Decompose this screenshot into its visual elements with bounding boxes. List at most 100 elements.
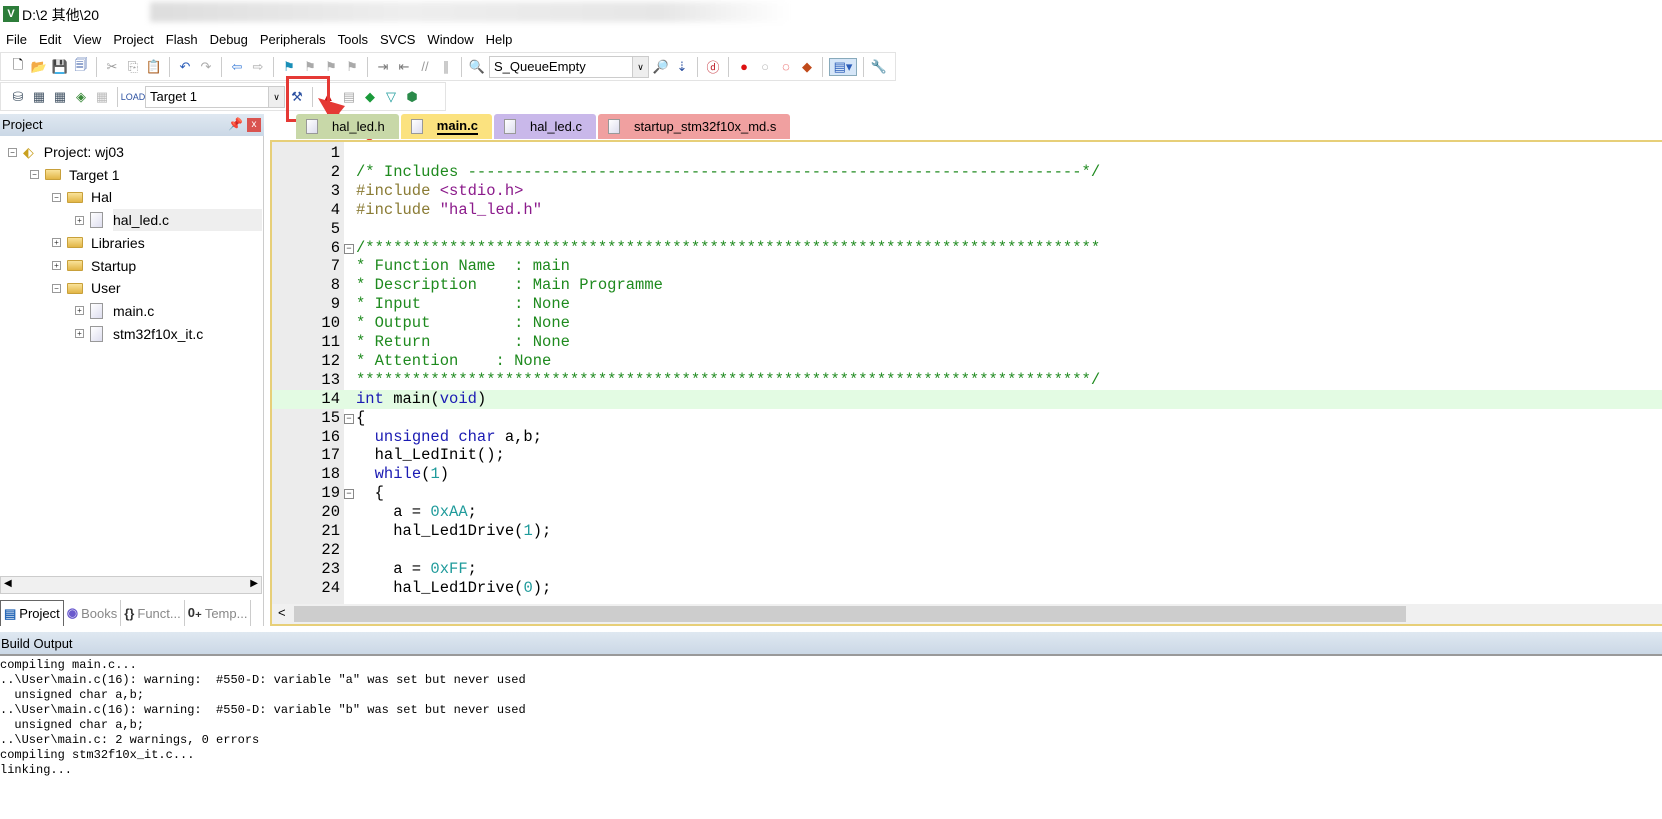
undo-icon[interactable]: ↶ (176, 58, 194, 76)
paste-icon[interactable]: 📋 (145, 58, 163, 76)
prev-bookmark-icon[interactable]: ⚑ (301, 58, 319, 76)
redo-icon[interactable]: ↷ (197, 58, 215, 76)
fold-collapse-icon[interactable]: − (344, 413, 354, 424)
editor-tab-startup_stm32f10x_md-s[interactable]: startup_stm32f10x_md.s (598, 114, 791, 139)
tree-item-main-c[interactable]: + main.c (75, 300, 154, 322)
download-icon[interactable]: LOAD (121, 88, 146, 106)
translate-icon[interactable]: ⛁ (9, 88, 27, 106)
code-line[interactable]: 14 int main(void) (272, 389, 1662, 409)
tree-item-libraries[interactable]: + Libraries (52, 232, 145, 254)
editor-tab-hal_led-h[interactable]: hal_led.h (296, 114, 399, 139)
scroll-right-icon[interactable]: ▶ (250, 578, 258, 589)
indent-icon[interactable]: ⇥ (374, 58, 392, 76)
disable-all-breakpoints-icon[interactable]: ◌ (777, 58, 795, 76)
collapse-icon[interactable]: − (52, 283, 61, 293)
code-line[interactable]: 24 hal_Led1Drive(0); (272, 579, 1662, 598)
nav-forward-icon[interactable]: ⇨ (249, 58, 267, 76)
menu-svcs[interactable]: SVCS (374, 29, 421, 51)
clear-bookmarks-icon[interactable]: ⚑ (343, 58, 361, 76)
menu-debug[interactable]: Debug (204, 29, 254, 51)
code-line[interactable]: 3 #include <stdio.h> (272, 182, 1662, 201)
scroll-left-icon[interactable]: < (278, 605, 286, 620)
code-line[interactable]: 2 /* Includes ---------------------------… (272, 163, 1662, 182)
code-line[interactable]: 9 * Input : None (272, 295, 1662, 314)
code-line[interactable]: 18 while(1) (272, 465, 1662, 484)
menu-help[interactable]: Help (480, 29, 519, 51)
build-icon[interactable]: ▦ (30, 88, 48, 106)
code-line[interactable]: 12 * Attention : None (272, 352, 1662, 371)
menu-tools[interactable]: Tools (332, 29, 374, 51)
editor-tab-hal_led-c[interactable]: hal_led.c (493, 114, 597, 139)
tree-item-startup[interactable]: + Startup (52, 255, 136, 277)
find-in-files-icon[interactable]: 🔍 (468, 58, 486, 76)
configure-icon[interactable]: 🔧 (870, 58, 888, 76)
panel-tab-books[interactable]: ◉ Books (64, 600, 122, 626)
pin-icon[interactable]: 📌 (228, 117, 243, 131)
debug-session-icon[interactable]: ⓓ (704, 58, 722, 76)
copy-icon[interactable]: ⎘ (124, 58, 142, 76)
menu-peripherals[interactable]: Peripherals (254, 29, 332, 51)
window-layout-icon[interactable]: ▤▾ (829, 57, 857, 76)
chevron-down-icon[interactable]: ∨ (268, 86, 284, 107)
code-line[interactable]: 21 hal_Led1Drive(1); (272, 522, 1662, 541)
code-line[interactable]: 5 (272, 220, 1662, 239)
uncomment-icon[interactable]: ∥ (437, 58, 455, 76)
tree-item-hal[interactable]: − Hal (52, 186, 112, 208)
panel-tab-project[interactable]: ▤ Project (0, 600, 64, 626)
tree-item-hal-led-c[interactable]: + hal_led.c (75, 209, 262, 232)
code-line[interactable]: 11 * Return : None (272, 333, 1662, 352)
menu-flash[interactable]: Flash (160, 29, 204, 51)
collapse-icon[interactable]: − (52, 192, 61, 202)
batch-build-icon[interactable]: ◈ (72, 88, 90, 106)
stop-build-icon[interactable]: ▦ (93, 88, 111, 106)
nav-back-icon[interactable]: ⇦ (228, 58, 246, 76)
tree-item-stm32f10x-it-c[interactable]: + stm32f10x_it.c (75, 323, 203, 345)
close-icon[interactable]: x (247, 118, 261, 132)
code-line[interactable]: 16 unsigned char a,b; (272, 428, 1662, 447)
code-line[interactable]: 8 * Description : Main Programme (272, 276, 1662, 295)
breakpoint-icon[interactable]: ● (735, 58, 753, 76)
panel-tab-funct[interactable]: {} Funct... (121, 600, 185, 626)
fold-collapse-icon[interactable]: − (344, 489, 354, 500)
editor-tab-main-c[interactable]: main.c (400, 114, 492, 139)
code-line[interactable]: 17 hal_LedInit(); (272, 446, 1662, 465)
tree-item-target-1[interactable]: − Target 1 (30, 164, 120, 186)
menu-window[interactable]: Window (421, 29, 479, 51)
open-file-icon[interactable]: 📂 (30, 58, 48, 76)
code-line[interactable]: 15−{ (272, 409, 1662, 428)
expand-icon[interactable]: + (52, 261, 61, 270)
code-line[interactable]: 7 * Function Name : main (272, 257, 1662, 276)
collapse-icon[interactable]: − (8, 147, 17, 157)
save-icon[interactable]: 💾 (51, 58, 69, 76)
code-line[interactable]: 13 **************************************… (272, 371, 1662, 390)
find-icon[interactable]: 🔎 (652, 58, 670, 76)
new-file-icon[interactable]: 🗋 (9, 57, 27, 76)
rebuild-icon[interactable]: ▦ (51, 88, 69, 106)
unindent-icon[interactable]: ⇤ (395, 58, 413, 76)
menu-project[interactable]: Project (107, 29, 159, 51)
code-line[interactable]: 20 a = 0xAA; (272, 503, 1662, 522)
cut-icon[interactable]: ✂ (103, 58, 121, 76)
target-combo[interactable]: Target 1 ∨ (145, 85, 285, 108)
menu-file[interactable]: File (0, 29, 33, 51)
code-line[interactable]: 23 a = 0xFF; (272, 560, 1662, 579)
expand-icon[interactable]: + (52, 238, 61, 248)
editor-horizontal-scrollbar[interactable]: < (272, 604, 1662, 624)
code-line[interactable]: 10 * Output : None (272, 314, 1662, 333)
code-line[interactable]: 6−/*************************************… (272, 239, 1662, 258)
code-line[interactable]: 19− { (272, 484, 1662, 503)
fold-collapse-icon[interactable]: − (344, 243, 354, 254)
expand-icon[interactable]: + (75, 306, 84, 316)
expand-icon[interactable]: + (75, 329, 84, 339)
tree-item-project-wj03[interactable]: − ⬖ Project: wj03 (8, 141, 124, 163)
code-line[interactable]: 4 #include "hal_led.h" (272, 201, 1662, 220)
disable-breakpoint-icon[interactable]: ○ (756, 58, 774, 76)
project-horizontal-scrollbar[interactable]: ◀ ▶ (0, 576, 262, 594)
code-line[interactable]: 1 (272, 144, 1662, 163)
function-combo[interactable]: S_QueueEmpty ∨ (489, 55, 649, 78)
menu-edit[interactable]: Edit (33, 29, 67, 51)
tree-item-user[interactable]: − User (52, 277, 121, 299)
incremental-find-icon[interactable]: ⇣ (673, 58, 691, 76)
bookmark-icon[interactable]: ⚑ (280, 58, 298, 76)
code-editor[interactable]: 1 2/* Includes --------------------------… (270, 140, 1662, 626)
